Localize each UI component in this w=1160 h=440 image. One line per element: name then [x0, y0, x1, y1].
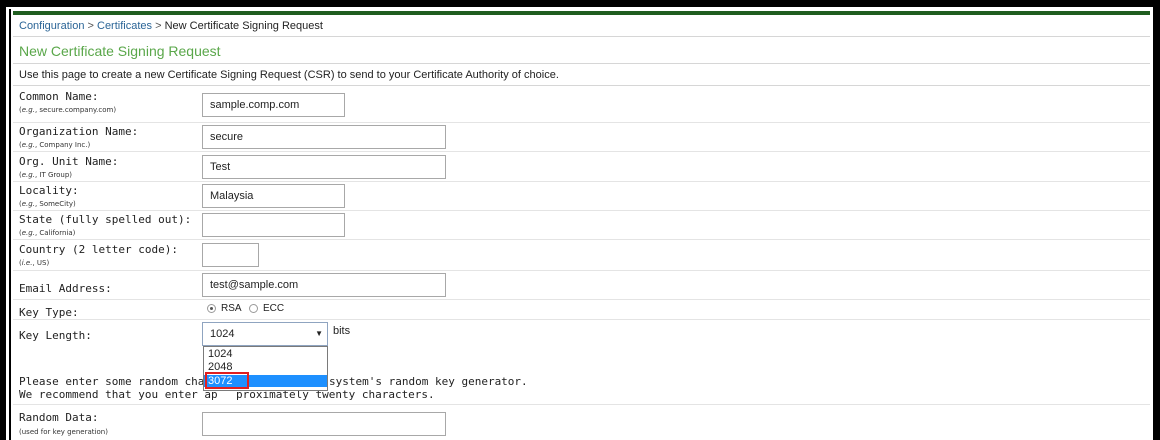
state-hint: (e.g., California): [19, 229, 76, 237]
common-name-hint-text: , secure.company.com): [34, 106, 117, 114]
random-data-hint: (used for key generation): [19, 428, 108, 436]
key-length-select[interactable]: 1024 ▼: [202, 322, 328, 346]
window-frame-top: [0, 0, 1160, 7]
row-divider: [13, 270, 1150, 271]
key-type-ecc-label: ECC: [263, 303, 285, 314]
organization-name-label: Organization Name:: [19, 125, 139, 138]
window-frame-left: [0, 0, 6, 440]
page-description: Use this page to create a new Certificat…: [19, 69, 559, 81]
description-row: Use this page to create a new Certificat…: [13, 64, 1150, 86]
org-unit-input[interactable]: Test: [202, 155, 446, 179]
common-name-label: Common Name:: [19, 90, 99, 103]
key-type-label: Key Type:: [19, 306, 79, 319]
breadcrumb-separator: >: [87, 20, 94, 32]
breadcrumb-current: New Certificate Signing Request: [164, 20, 323, 32]
key-length-unit: bits: [333, 325, 351, 337]
row-divider: [13, 210, 1150, 211]
state-hint-text: , California): [34, 229, 76, 237]
highlight-box: [205, 372, 249, 389]
row-divider: [13, 319, 1150, 320]
key-length-value: 1024: [210, 328, 235, 340]
key-length-option-1024[interactable]: 1024: [204, 348, 327, 360]
email-input[interactable]: test@sample.com: [202, 273, 446, 297]
breadcrumb-separator: >: [155, 20, 162, 32]
country-input[interactable]: [202, 243, 259, 267]
row-divider: [13, 239, 1150, 240]
random-data-input[interactable]: [202, 412, 446, 436]
title-row: New Certificate Signing Request: [13, 38, 1150, 64]
page-title: New Certificate Signing Request: [19, 43, 221, 59]
locality-label: Locality:: [19, 184, 79, 197]
random-data-label: Random Data:: [19, 411, 99, 424]
random-note-line2-start: We recommend that you enter ap: [19, 388, 218, 401]
random-note-line1-start: Please enter some random chara: [19, 375, 218, 388]
common-name-input[interactable]: sample.comp.com: [202, 93, 345, 117]
org-unit-hint-text: , IT Group): [34, 171, 72, 179]
key-type-ecc-radio[interactable]: [249, 304, 258, 313]
content-frame-left: [9, 9, 11, 440]
breadcrumb: Configuration > Certificates > New Certi…: [13, 15, 1150, 37]
random-note-line1-end: system's random key generator.: [329, 375, 528, 388]
key-type-rsa-label: RSA: [221, 303, 242, 314]
locality-hint: (e.g., SomeCity): [19, 200, 76, 208]
row-divider: [13, 181, 1150, 182]
org-unit-label: Org. Unit Name:: [19, 155, 119, 168]
row-divider: [13, 122, 1150, 123]
common-name-hint: (e.g., secure.company.com): [19, 106, 117, 114]
key-type-rsa-radio[interactable]: [207, 304, 216, 313]
country-label: Country (2 letter code):: [19, 243, 178, 256]
common-name-hint-prefix: e.g.: [21, 106, 35, 114]
state-hint-prefix: e.g.: [21, 229, 35, 237]
window-frame-right: [1153, 0, 1160, 440]
locality-hint-prefix: e.g.: [21, 200, 35, 208]
org-unit-hint-prefix: e.g.: [21, 171, 35, 179]
row-divider: [13, 404, 1150, 405]
email-label: Email Address:: [19, 282, 112, 295]
state-input[interactable]: [202, 213, 345, 237]
organization-name-input[interactable]: secure: [202, 125, 446, 149]
breadcrumb-certificates[interactable]: Certificates: [97, 20, 152, 32]
key-length-label: Key Length:: [19, 329, 92, 342]
country-hint-prefix: i.e.: [21, 259, 33, 267]
row-divider: [13, 151, 1150, 152]
country-hint: (i.e., US): [19, 259, 50, 267]
chevron-down-icon: ▼: [315, 329, 323, 338]
row-divider: [13, 299, 1150, 300]
organization-name-hint: (e.g., Company Inc.): [19, 141, 91, 149]
country-hint-text: , US): [32, 259, 50, 267]
organization-hint-text: , Company Inc.): [34, 141, 91, 149]
locality-input[interactable]: Malaysia: [202, 184, 345, 208]
locality-hint-text: , SomeCity): [34, 200, 76, 208]
state-label: State (fully spelled out):: [19, 213, 192, 226]
breadcrumb-configuration[interactable]: Configuration: [19, 20, 84, 32]
organization-hint-prefix: e.g.: [21, 141, 35, 149]
org-unit-hint: (e.g., IT Group): [19, 171, 72, 179]
